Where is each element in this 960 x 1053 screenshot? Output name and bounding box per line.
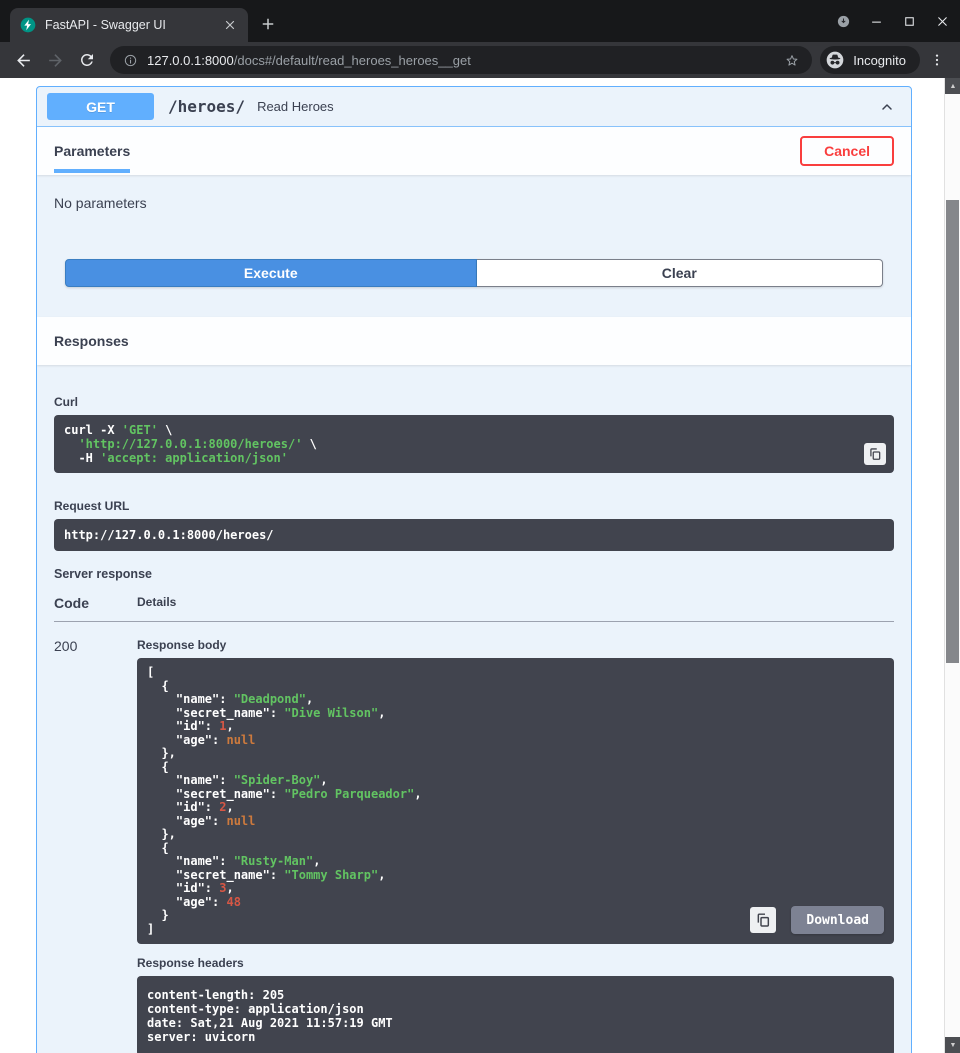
forward-button[interactable] [40, 45, 70, 75]
parameters-body: No parameters Execute Clear [37, 175, 911, 317]
incognito-label: Incognito [853, 53, 906, 68]
responses-table-header: Code Details [54, 595, 894, 622]
request-url-block: http://127.0.0.1:8000/heroes/ [54, 519, 894, 551]
code-column-header: Code [54, 595, 137, 611]
parameters-header: Parameters Cancel [37, 127, 911, 175]
collapse-chevron-icon[interactable] [879, 99, 895, 115]
incognito-badge[interactable]: Incognito [820, 46, 920, 74]
no-parameters-text: No parameters [54, 175, 894, 259]
tab-close-icon[interactable] [222, 17, 238, 33]
curl-code-block: curl -X 'GET' \ 'http://127.0.0.1:8000/h… [54, 415, 894, 473]
response-headers-code: content-length: 205content-type: applica… [147, 988, 884, 1044]
maximize-button[interactable] [901, 13, 917, 29]
scrollbar-up-arrow[interactable]: ▲ [945, 78, 960, 94]
responses-body: Curl curl -X 'GET' \ 'http://127.0.0.1:8… [37, 365, 911, 1053]
download-button[interactable]: Download [791, 906, 884, 934]
url-text: 127.0.0.1:8000/docs#/default/read_heroes… [147, 53, 775, 68]
copy-response-button[interactable] [750, 907, 776, 933]
response-body-code: [ { "name": "Deadpond", "secret_name": "… [147, 666, 884, 936]
bookmark-star-icon[interactable] [784, 52, 800, 68]
url-host: 127.0.0.1:8000 [147, 53, 234, 68]
scrollbar-down-arrow[interactable]: ▼ [945, 1037, 960, 1053]
site-info-icon[interactable] [122, 52, 138, 68]
opblock-get-heroes: GET /heroes/ Read Heroes Parameters Canc… [36, 86, 912, 1053]
parameters-title: Parameters [54, 143, 130, 159]
curl-label: Curl [54, 395, 894, 409]
reload-button[interactable] [72, 45, 102, 75]
minimize-button[interactable] [868, 13, 884, 29]
new-tab-button[interactable] [254, 10, 282, 38]
fastapi-favicon-icon [20, 17, 36, 33]
server-response-label: Server response [54, 567, 894, 581]
endpoint-path: /heroes/ [168, 97, 245, 116]
back-button[interactable] [8, 45, 38, 75]
response-body-block: [ { "name": "Deadpond", "secret_name": "… [137, 658, 894, 944]
request-url-label: Request URL [54, 499, 894, 513]
execute-button-group: Execute Clear [54, 259, 894, 317]
scrollbar-thumb[interactable] [946, 200, 959, 663]
details-column-header: Details [137, 595, 894, 611]
curl-code: curl -X 'GET' \ 'http://127.0.0.1:8000/h… [64, 423, 884, 465]
url-path: /docs#/default/read_heroes_heroes__get [234, 53, 471, 68]
opblock-summary[interactable]: GET /heroes/ Read Heroes [37, 87, 911, 127]
page-scrollbar[interactable]: ▲ ▼ [944, 78, 960, 1053]
window-close-button[interactable] [934, 13, 950, 29]
tab-strip: FastAPI - Swagger UI [0, 0, 960, 42]
cancel-button[interactable]: Cancel [800, 136, 894, 166]
response-row-200: 200 Response body [ { "name": "Deadpond"… [54, 622, 894, 1053]
response-body-actions: Download [750, 906, 884, 934]
response-headers-block: content-length: 205content-type: applica… [137, 976, 894, 1053]
clear-button[interactable]: Clear [477, 259, 883, 287]
responses-header: Responses [37, 317, 911, 365]
browser-tab[interactable]: FastAPI - Swagger UI [10, 8, 248, 42]
request-url-value: http://127.0.0.1:8000/heroes/ [64, 528, 274, 542]
endpoint-summary: Read Heroes [257, 99, 879, 114]
browser-menu-icon[interactable] [922, 45, 952, 75]
browser-window: FastAPI - Swagger UI [0, 0, 960, 1053]
responses-title: Responses [54, 333, 129, 349]
page-content: GET /heroes/ Read Heroes Parameters Canc… [0, 78, 944, 1053]
method-badge: GET [47, 93, 154, 120]
copy-curl-button[interactable] [864, 443, 886, 465]
incognito-icon [825, 50, 845, 70]
response-headers-label: Response headers [137, 956, 894, 970]
execute-button[interactable]: Execute [65, 259, 477, 287]
window-controls [835, 0, 950, 42]
browser-toolbar: 127.0.0.1:8000/docs#/default/read_heroes… [0, 42, 960, 78]
tab-title: FastAPI - Swagger UI [45, 18, 213, 32]
address-bar[interactable]: 127.0.0.1:8000/docs#/default/read_heroes… [110, 46, 812, 74]
response-body-label: Response body [137, 638, 894, 652]
status-code: 200 [54, 638, 137, 1053]
browser-update-icon[interactable] [835, 13, 851, 29]
